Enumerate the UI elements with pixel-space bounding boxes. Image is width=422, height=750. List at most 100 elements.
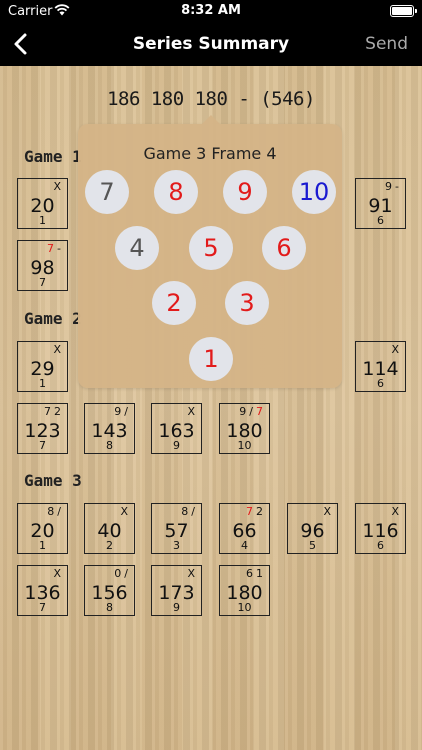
frame-mark: 2: [256, 505, 266, 518]
frame-box[interactable]: 8/20 1: [17, 503, 68, 554]
game-label: Game 1: [24, 147, 82, 166]
send-button[interactable]: Send: [365, 34, 408, 54]
status-bar: Carrier 8:32 AM: [0, 0, 422, 22]
frame-marks: 9/: [114, 405, 131, 418]
frame-mark: 7: [47, 242, 58, 255]
frame-box[interactable]: X 136 7: [17, 565, 68, 616]
frame-number: 1: [39, 377, 46, 390]
frame-box[interactable]: 7- 98 7: [17, 240, 68, 291]
frame-mark: 1: [256, 567, 266, 580]
frame-marks: X: [53, 567, 64, 580]
frame-marks: 72: [246, 505, 266, 518]
frame-mark: X: [53, 180, 64, 193]
frame-box[interactable]: 9/7 180 10: [219, 403, 270, 454]
frame-number: 4: [241, 539, 248, 552]
popover-arrow: [202, 115, 220, 124]
frame-mark: X: [53, 567, 64, 580]
frame-mark: /: [124, 567, 131, 580]
frame-box[interactable]: X 163 9: [151, 403, 202, 454]
frame-box[interactable]: 9/143 8: [84, 403, 135, 454]
frame-mark: X: [187, 567, 198, 580]
frame-marks: 7-: [47, 242, 64, 255]
frame-number: 3: [173, 539, 180, 552]
frame-box[interactable]: 8/57 3: [151, 503, 202, 554]
pin-9[interactable]: 9: [223, 170, 267, 214]
pin-8[interactable]: 8: [154, 170, 198, 214]
frame-mark: /: [249, 405, 256, 418]
frame-mark: X: [53, 343, 64, 356]
frame-mark: 9: [239, 405, 250, 418]
pin-4[interactable]: 4: [115, 226, 159, 270]
frame-number: 1: [39, 214, 46, 227]
frame-box[interactable]: X 96 5: [287, 503, 338, 554]
frame-box[interactable]: X 29 1: [17, 341, 68, 392]
frame-marks: X: [53, 343, 64, 356]
pin-1[interactable]: 1: [189, 337, 233, 381]
frame-mark: X: [391, 343, 402, 356]
frame-box[interactable]: 0/156 8: [84, 565, 135, 616]
pin-10[interactable]: 10: [292, 170, 336, 214]
pin-5[interactable]: 5: [189, 226, 233, 270]
navigation-bar: Series Summary Send: [0, 22, 422, 66]
frame-marks: X: [187, 405, 198, 418]
frame-number: 7: [39, 439, 46, 452]
frame-box[interactable]: 9- 91 6: [355, 178, 406, 229]
frame-box[interactable]: 72 123 7: [17, 403, 68, 454]
frame-mark: 8: [181, 505, 192, 518]
frame-box[interactable]: 72 66 4: [219, 503, 270, 554]
frame-box[interactable]: X 40 2: [84, 503, 135, 554]
frame-number: 6: [377, 214, 384, 227]
frame-number: 7: [39, 276, 46, 289]
frame-mark: 7: [44, 405, 54, 418]
frame-number: 10: [237, 601, 252, 614]
frame-box[interactable]: X 114 6: [355, 341, 406, 392]
frame-mark: 7: [256, 405, 266, 418]
frame-marks: 9-: [385, 180, 402, 193]
frame-marks: X: [391, 505, 402, 518]
pin-3[interactable]: 3: [225, 281, 269, 325]
frame-number: 8: [106, 601, 113, 614]
frame-mark: 8: [47, 505, 58, 518]
frame-mark: -: [57, 242, 64, 255]
frame-mark: 0: [114, 567, 125, 580]
frame-mark: 9: [114, 405, 125, 418]
frame-mark: 2: [54, 405, 64, 418]
frame-marks: 72: [44, 405, 64, 418]
frame-mark: 6: [246, 567, 256, 580]
frame-marks: 9/7: [239, 405, 266, 418]
frame-marks: 61: [246, 567, 266, 580]
frame-number: 2: [106, 539, 113, 552]
frame-mark: /: [57, 505, 64, 518]
page-title: Series Summary: [132, 34, 290, 54]
frame-mark: X: [323, 505, 334, 518]
frame-marks: X: [53, 180, 64, 193]
pin-6[interactable]: 6: [262, 226, 306, 270]
frame-marks: X: [187, 567, 198, 580]
frame-marks: X: [391, 343, 402, 356]
frame-number: 5: [309, 539, 316, 552]
frame-number: 6: [377, 377, 384, 390]
frame-mark: -: [395, 180, 402, 193]
frame-marks: 8/: [47, 505, 64, 518]
battery-icon: [390, 5, 417, 17]
frame-box[interactable]: 61 180 10: [219, 565, 270, 616]
frame-box[interactable]: X 116 6: [355, 503, 406, 554]
frame-box[interactable]: X 173 9: [151, 565, 202, 616]
clock-time: 8:32 AM: [181, 3, 241, 18]
frame-number: 1: [39, 539, 46, 552]
frame-detail-popover: Game 3 Frame 4 7 8 9 10 4 5 6 2 3 1: [78, 115, 342, 388]
frame-number: 9: [173, 601, 180, 614]
frame-marks: 8/: [181, 505, 198, 518]
pin-7[interactable]: 7: [85, 170, 129, 214]
frame-mark: X: [120, 505, 131, 518]
frame-box[interactable]: X 20 1: [17, 178, 68, 229]
frame-mark: /: [124, 405, 131, 418]
game-label: Game 2: [24, 309, 82, 328]
frame-mark: 7: [246, 505, 256, 518]
pin-2[interactable]: 2: [152, 281, 196, 325]
series-total: 186 180 180 - (546): [107, 88, 315, 110]
popover-title: Game 3 Frame 4: [143, 144, 277, 163]
game-label: Game 3: [24, 471, 82, 490]
frame-marks: 0/: [114, 567, 131, 580]
frame-mark: X: [187, 405, 198, 418]
